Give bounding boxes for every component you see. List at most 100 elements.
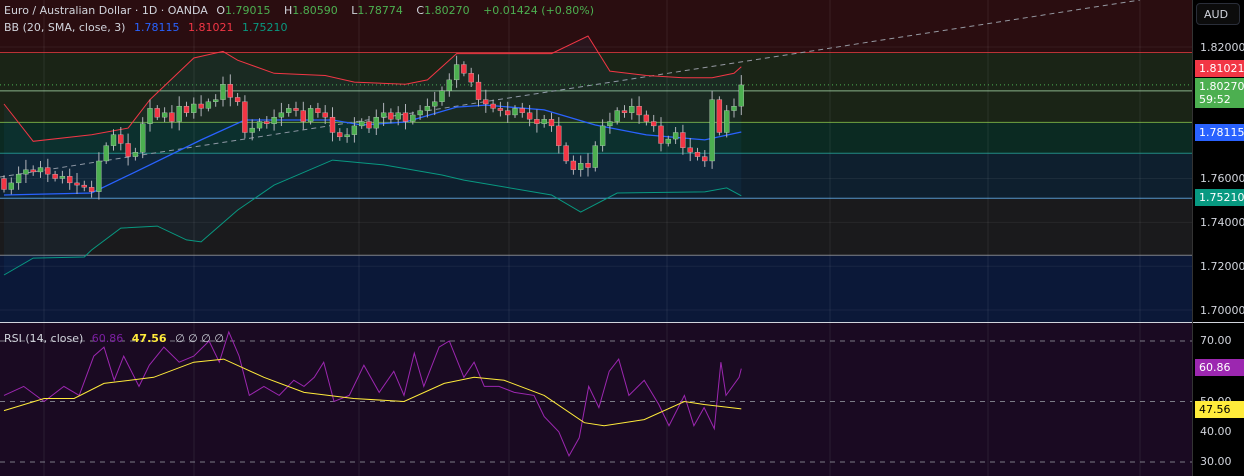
candle-down <box>264 121 270 124</box>
open-value: 1.79015 <box>224 4 271 17</box>
candle-up <box>256 121 263 129</box>
candle-up <box>344 134 350 138</box>
candle-down <box>118 134 124 144</box>
candle-up <box>249 127 255 133</box>
candle-down <box>490 103 496 109</box>
currency-button[interactable]: AUD <box>1196 3 1240 25</box>
candle-down <box>475 81 482 100</box>
candle-down <box>534 119 540 124</box>
candle-down <box>154 108 160 118</box>
candle-down <box>694 152 701 157</box>
rsi-title: RSI (14, close) <box>4 332 84 345</box>
candle-down <box>563 145 569 162</box>
candle-up <box>205 101 212 109</box>
candle-down <box>52 173 58 179</box>
price-tick: 1.82000 <box>1200 41 1244 54</box>
candle-up <box>709 99 715 162</box>
rsi-value: 60.86 <box>91 332 124 345</box>
candle-down <box>300 110 306 122</box>
price-tick: 1.76000 <box>1200 172 1244 185</box>
candle-up <box>37 167 44 173</box>
rsi-pane-background <box>0 323 1192 476</box>
candle-down <box>570 160 577 170</box>
close-value: 1.80270 <box>424 4 470 17</box>
open-label: O <box>216 4 225 17</box>
candle-up <box>592 145 598 168</box>
rsi-extra-values: ∅ ∅ ∅ ∅ <box>175 332 224 345</box>
candle-up <box>599 125 606 146</box>
candle-up <box>629 106 635 113</box>
rsi-tag: 60.86 <box>1195 359 1244 376</box>
candle-up <box>439 90 445 102</box>
bb-basis-value: 1.78115 <box>133 21 180 34</box>
candle-up <box>541 119 547 124</box>
candle-up <box>453 64 460 81</box>
candle-down <box>658 125 664 144</box>
high-value: 1.80590 <box>292 4 338 17</box>
price-tick: 1.70000 <box>1200 304 1244 317</box>
candle-down <box>227 84 233 98</box>
rsi-tick: 30.00 <box>1200 455 1232 468</box>
bb-lower-value: 1.75210 <box>241 21 288 34</box>
candle-down <box>125 143 131 157</box>
candle-down <box>402 112 409 122</box>
bb-title: BB (20, SMA, close, 3) <box>4 21 126 34</box>
candle-down <box>388 112 394 120</box>
rsi-ma-value: 47.56 <box>131 332 167 345</box>
symbol-legend: Euro / Australian Dollar · 1D · OANDA O1… <box>4 4 599 17</box>
candle-up <box>395 112 401 120</box>
candle-down <box>45 167 51 175</box>
bb-legend[interactable]: BB (20, SMA, close, 3) 1.78115 1.81021 1… <box>4 21 292 34</box>
candle-up <box>220 84 226 100</box>
candle-down <box>519 108 525 113</box>
candle-down <box>636 106 642 116</box>
candle-up <box>278 112 285 118</box>
candle-up <box>286 108 292 113</box>
candle-up <box>424 106 431 111</box>
candle-up <box>110 134 117 146</box>
candle-up <box>213 99 219 102</box>
price-tick: 1.74000 <box>1200 216 1244 229</box>
candle-down <box>461 64 467 74</box>
change-value: +0.01424 (+0.80%) <box>483 4 595 17</box>
candle-up <box>724 110 730 133</box>
candle-down <box>81 184 87 188</box>
rsi-legend[interactable]: RSI (14, close) 60.86 47.56 ∅ ∅ ∅ ∅ <box>4 332 229 345</box>
candle-down <box>67 176 73 184</box>
candle-down <box>716 99 723 133</box>
candle-down <box>337 132 343 138</box>
bar-countdown: 59:52 <box>1199 93 1231 106</box>
candle-up <box>271 116 277 124</box>
candle-down <box>293 108 299 111</box>
last-price: 1.80270 <box>1199 80 1244 93</box>
candle-down <box>169 112 175 122</box>
candle-up <box>15 173 22 184</box>
candle-up <box>140 123 146 153</box>
candle-down <box>526 112 533 120</box>
candle-up <box>731 106 737 111</box>
candle-up <box>446 79 452 91</box>
candle-down <box>1 178 7 190</box>
candle-up <box>417 110 423 116</box>
bb-lower-tag: 1.75210 <box>1195 189 1244 206</box>
candle-up <box>672 132 679 140</box>
candle-down <box>505 110 511 116</box>
candle-down <box>74 182 80 186</box>
candle-down <box>556 125 562 146</box>
candle-up <box>96 160 102 192</box>
candle-up <box>512 108 518 116</box>
candle-up <box>23 169 29 175</box>
candle-down <box>366 121 372 129</box>
symbol-title[interactable]: Euro / Australian Dollar · 1D · OANDA <box>4 4 208 17</box>
candle-up <box>161 112 168 118</box>
candle-down <box>242 101 248 133</box>
rsi-ma-tag: 47.56 <box>1195 401 1244 418</box>
candle-down <box>497 108 504 111</box>
candle-down <box>483 99 489 105</box>
bb-upper-value: 1.81021 <box>187 21 234 34</box>
chart-canvas[interactable] <box>0 0 1244 476</box>
candle-down <box>468 73 474 83</box>
zone-background <box>0 255 1192 322</box>
candle-down <box>30 169 36 173</box>
candle-down <box>621 110 628 113</box>
